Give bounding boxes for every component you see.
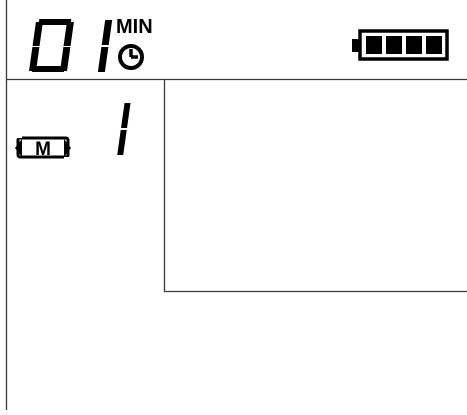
battery-bar <box>386 36 402 54</box>
mode-label: M <box>35 139 51 160</box>
display-frame <box>5 0 467 410</box>
clock-icon <box>118 44 144 70</box>
segment-b <box>121 103 131 128</box>
battery-icon <box>352 29 449 61</box>
segment-b <box>63 22 74 46</box>
segment-c <box>97 47 109 72</box>
battery-terminal <box>352 39 360 52</box>
battery-bars <box>366 36 442 54</box>
mode-value-digit <box>117 103 131 155</box>
mode-indicator: M <box>14 135 72 160</box>
battery-bar <box>426 36 442 54</box>
segment-f <box>32 22 43 46</box>
segment-b <box>101 20 113 45</box>
timer-digit-ones <box>97 20 113 72</box>
segment-c <box>117 130 127 155</box>
segment-d <box>31 66 65 72</box>
timer-unit-label: MIN <box>116 16 153 38</box>
timer-digit-tens <box>29 19 74 72</box>
timer-digits <box>29 19 113 72</box>
segment-a <box>38 19 72 25</box>
battery-bar <box>366 36 382 54</box>
battery-bar <box>406 36 422 54</box>
lcd-display: MIN M <box>0 0 467 410</box>
